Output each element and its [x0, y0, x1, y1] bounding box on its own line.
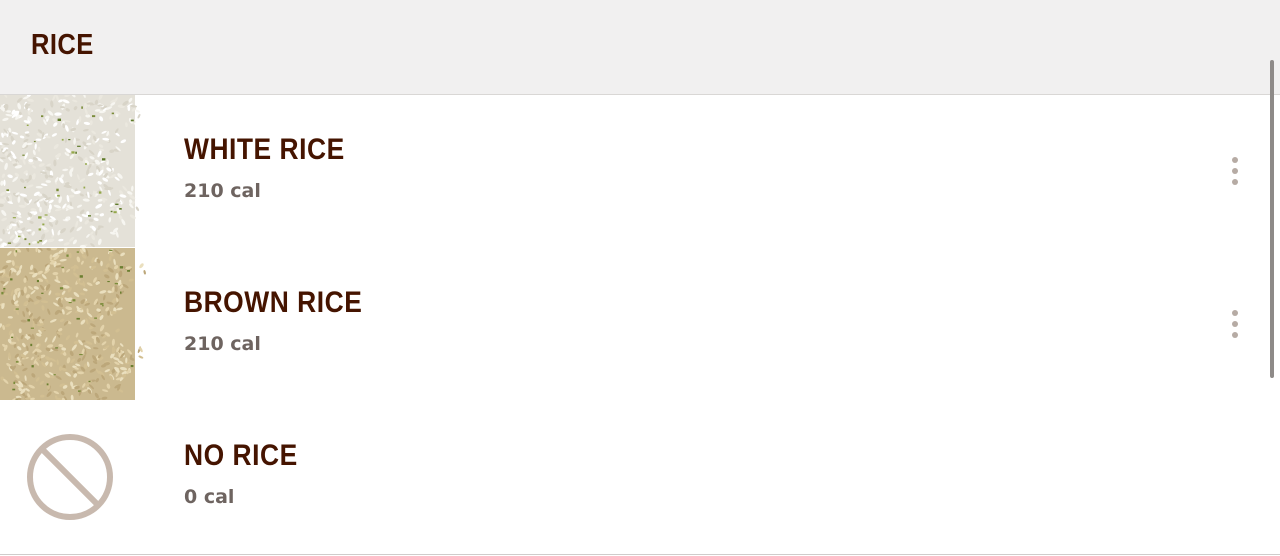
- brown-rice-image: [0, 248, 160, 400]
- option-no-rice[interactable]: NO RICE 0 cal: [0, 401, 1280, 555]
- more-vertical-icon-dot: [1232, 332, 1238, 338]
- section-header: RICE: [0, 0, 1280, 95]
- more-vertical-icon: [1232, 157, 1238, 163]
- more-options-button[interactable]: [1220, 150, 1250, 192]
- more-vertical-icon-dot: [1232, 168, 1238, 174]
- more-vertical-icon: [1232, 310, 1238, 316]
- more-vertical-icon-dot: [1232, 321, 1238, 327]
- option-name: NO RICE: [184, 439, 298, 472]
- option-name: BROWN RICE: [184, 286, 363, 319]
- option-name: WHITE RICE: [184, 133, 345, 166]
- option-calories: 210 cal: [184, 333, 261, 355]
- scrollbar[interactable]: [1270, 60, 1274, 378]
- option-calories: 210 cal: [184, 180, 261, 202]
- section-title: RICE: [31, 29, 94, 61]
- option-brown-rice[interactable]: BROWN RICE 210 cal: [0, 248, 1280, 402]
- white-rice-image: [0, 95, 160, 247]
- option-calories: 0 cal: [184, 486, 235, 508]
- no-symbol-icon: [0, 401, 160, 553]
- option-white-rice[interactable]: WHITE RICE 210 cal: [0, 95, 1280, 249]
- more-vertical-icon-dot: [1232, 179, 1238, 185]
- rice-selection-screen: RICE WHITE RICE 210 cal BROWN RICE 210 c…: [0, 0, 1280, 556]
- more-options-button[interactable]: [1220, 303, 1250, 345]
